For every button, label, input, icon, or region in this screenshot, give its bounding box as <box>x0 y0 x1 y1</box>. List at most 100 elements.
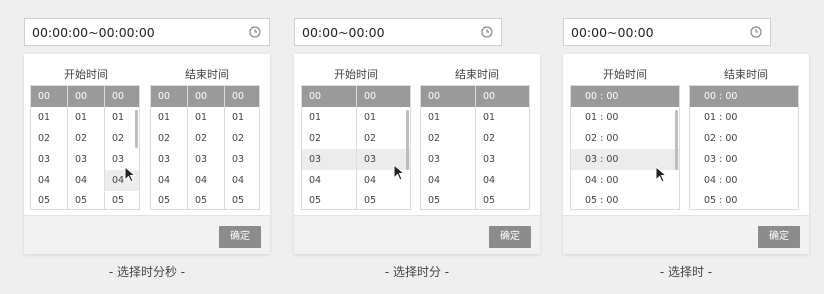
list-item[interactable]: 00 <box>31 86 67 107</box>
end-time-label: 结束时间 <box>185 68 229 81</box>
hour-column[interactable]: 00 01 02 03 04 05 <box>31 86 68 209</box>
list-item[interactable]: 00 : 00 <box>571 86 679 107</box>
list-item[interactable]: 05 <box>302 190 356 209</box>
list-item[interactable]: 05 <box>476 190 529 209</box>
list-item[interactable]: 05 <box>357 190 410 209</box>
list-item[interactable]: 04 <box>225 170 259 191</box>
clock-icon[interactable] <box>249 26 261 38</box>
minute-column[interactable]: 00 01 02 03 04 05 <box>68 86 105 209</box>
picker-footer: 确定 <box>24 215 270 254</box>
mouse-pointer-icon <box>655 166 668 183</box>
scrollbar[interactable] <box>406 110 409 170</box>
list-item[interactable]: 05 <box>188 190 224 209</box>
list-item[interactable]: 03 : 00 <box>690 149 798 170</box>
clock-icon[interactable] <box>481 26 493 38</box>
start-time-list: 00 01 02 03 04 05 00 01 02 03 04 05 <box>301 85 411 210</box>
confirm-button[interactable]: 确定 <box>758 226 800 248</box>
hour-column[interactable]: 00 : 00 01 : 00 02 : 00 03 : 00 04 : 00 … <box>571 86 679 209</box>
list-item[interactable]: 04 <box>302 170 356 191</box>
list-item[interactable]: 04 <box>151 170 187 191</box>
mouse-pointer-icon <box>393 164 406 181</box>
list-item[interactable]: 01 <box>357 107 410 128</box>
list-item[interactable]: 01 <box>476 107 529 128</box>
list-item[interactable]: 02 <box>31 128 67 149</box>
end-time-label: 结束时间 <box>724 68 768 81</box>
list-item[interactable]: 00 : 00 <box>690 86 798 107</box>
list-item[interactable]: 05 : 00 <box>690 190 798 209</box>
list-item[interactable]: 02 : 00 <box>690 128 798 149</box>
list-item[interactable]: 01 <box>68 107 104 128</box>
list-item[interactable]: 00 <box>105 86 139 107</box>
list-item[interactable]: 03 <box>302 149 356 170</box>
list-item[interactable]: 03 <box>68 149 104 170</box>
list-item[interactable]: 04 <box>421 170 475 191</box>
list-item[interactable]: 05 <box>421 190 475 209</box>
end-time-list: 00 01 02 03 04 05 00 01 02 03 04 05 <box>420 85 530 210</box>
minute-column[interactable]: 00 01 02 03 04 05 <box>188 86 225 209</box>
list-item[interactable]: 01 : 00 <box>571 107 679 128</box>
list-item[interactable]: 04 : 00 <box>690 170 798 191</box>
list-item[interactable]: 02 <box>476 128 529 149</box>
list-item[interactable]: 03 <box>31 149 67 170</box>
list-item[interactable]: 01 <box>188 107 224 128</box>
list-item[interactable]: 04 <box>31 170 67 191</box>
list-item[interactable]: 02 <box>421 128 475 149</box>
list-item[interactable]: 00 <box>476 86 529 107</box>
end-time-list: 00 01 02 03 04 05 00 01 02 03 04 05 00 0… <box>150 85 260 210</box>
list-item[interactable]: 02 <box>188 128 224 149</box>
list-item[interactable]: 05 <box>225 190 259 209</box>
list-item[interactable]: 01 <box>31 107 67 128</box>
list-item[interactable]: 05 <box>68 190 104 209</box>
list-item[interactable]: 02 : 00 <box>571 128 679 149</box>
list-item[interactable]: 01 : 00 <box>690 107 798 128</box>
list-item[interactable]: 00 <box>68 86 104 107</box>
list-item[interactable]: 00 <box>225 86 259 107</box>
list-item[interactable]: 03 <box>151 149 187 170</box>
list-item[interactable]: 01 <box>302 107 356 128</box>
list-item[interactable]: 02 <box>225 128 259 149</box>
list-item[interactable]: 04 <box>188 170 224 191</box>
list-item[interactable]: 02 <box>357 128 410 149</box>
list-item[interactable]: 00 <box>357 86 410 107</box>
list-item[interactable]: 02 <box>302 128 356 149</box>
list-item[interactable]: 05 : 00 <box>571 190 679 209</box>
list-item[interactable]: 00 <box>188 86 224 107</box>
caption: - 选择时 - <box>659 265 713 279</box>
list-item[interactable]: 01 <box>225 107 259 128</box>
list-item[interactable]: 03 <box>421 149 475 170</box>
list-item[interactable]: 02 <box>151 128 187 149</box>
list-item[interactable]: 05 <box>105 190 139 209</box>
hour-column[interactable]: 00 01 02 03 04 05 <box>302 86 357 209</box>
list-item[interactable]: 00 <box>151 86 187 107</box>
time-range-input[interactable]: 00:00~00:00 <box>563 18 771 46</box>
confirm-button[interactable]: 确定 <box>489 226 531 248</box>
scrollbar[interactable] <box>135 110 138 148</box>
list-item[interactable]: 01 <box>421 107 475 128</box>
dropdown-panel: 开始时间 结束时间 00 01 02 03 04 05 00 01 02 03 … <box>294 54 540 254</box>
minute-column[interactable]: 00 01 02 03 04 05 <box>357 86 410 209</box>
second-column[interactable]: 00 01 02 03 04 05 <box>225 86 259 209</box>
mouse-pointer-icon <box>124 166 137 183</box>
list-item[interactable]: 01 <box>151 107 187 128</box>
start-time-list: 00 01 02 03 04 05 00 01 02 03 04 05 00 0… <box>30 85 140 210</box>
list-item[interactable]: 05 <box>151 190 187 209</box>
list-item[interactable]: 05 <box>31 190 67 209</box>
list-item[interactable]: 02 <box>68 128 104 149</box>
clock-icon[interactable] <box>750 26 762 38</box>
list-item[interactable]: 04 <box>476 170 529 191</box>
confirm-button[interactable]: 确定 <box>219 226 261 248</box>
list-item[interactable]: 00 <box>421 86 475 107</box>
hour-column[interactable]: 00 01 02 03 04 05 <box>421 86 476 209</box>
hour-column[interactable]: 00 01 02 03 04 05 <box>151 86 188 209</box>
time-range-value: 00:00~00:00 <box>571 24 654 40</box>
minute-column[interactable]: 00 01 02 03 04 05 <box>476 86 529 209</box>
list-item[interactable]: 00 <box>302 86 356 107</box>
time-range-input[interactable]: 00:00:00~00:00:00 <box>24 18 270 46</box>
time-range-input[interactable]: 00:00~00:00 <box>294 18 502 46</box>
list-item[interactable]: 04 <box>68 170 104 191</box>
hour-column[interactable]: 00 : 00 01 : 00 02 : 00 03 : 00 04 : 00 … <box>690 86 798 209</box>
list-item[interactable]: 03 <box>225 149 259 170</box>
scrollbar[interactable] <box>675 110 678 170</box>
list-item[interactable]: 03 <box>476 149 529 170</box>
list-item[interactable]: 03 <box>188 149 224 170</box>
